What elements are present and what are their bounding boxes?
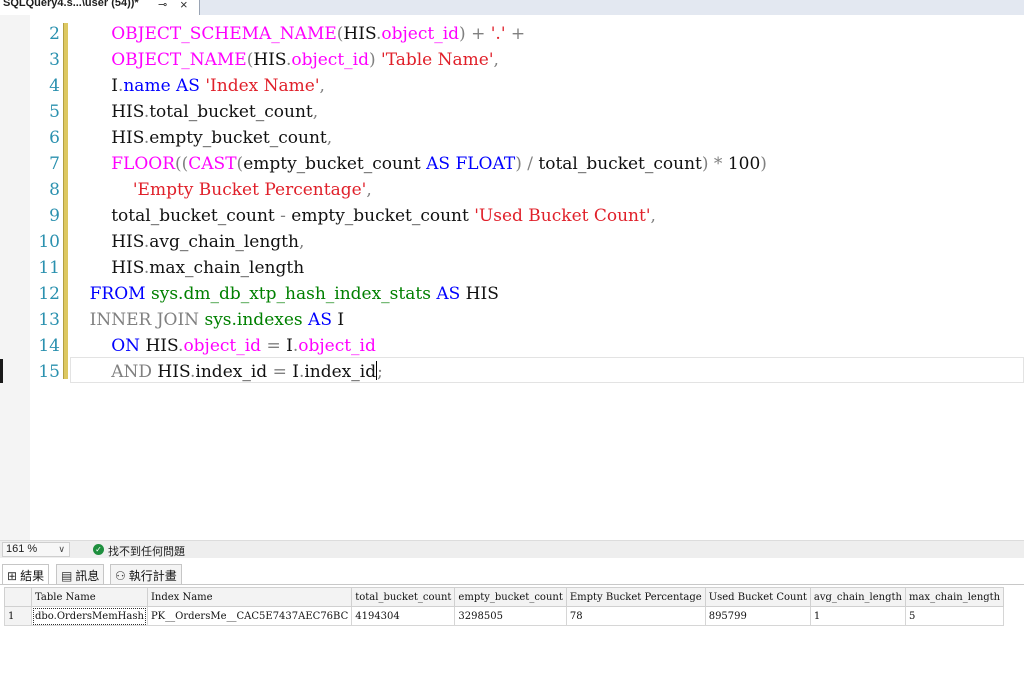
grid-cell[interactable]: 4194304 — [351, 606, 456, 626]
code-line[interactable]: OBJECT_NAME(HIS.object_id) 'Table Name', — [68, 47, 499, 73]
code-line[interactable]: AND HIS.index_id = I.index_id; — [68, 359, 383, 385]
code-line[interactable]: FLOOR((CAST(empty_bucket_count AS FLOAT)… — [68, 151, 767, 177]
column-header[interactable]: Used Bucket Count — [704, 587, 811, 607]
line-number: 7 — [49, 154, 60, 174]
column-header[interactable]: empty_bucket_count — [454, 587, 567, 607]
tab-results[interactable]: ⊞ 結果 — [2, 564, 50, 584]
tab-execution-plan-label: 執行計畫 — [128, 569, 177, 583]
grid-cell[interactable]: 78 — [565, 606, 706, 626]
pin-icon[interactable]: ⊸ — [158, 0, 167, 11]
query-editor[interactable]: 2 3 4 5 6 7 8 9 10 11 12 13 14 15 OBJECT… — [0, 15, 1024, 540]
column-header[interactable]: Empty Bucket Percentage — [565, 587, 706, 607]
tab-execution-plan[interactable]: ⚇ 執行計畫 — [110, 564, 182, 584]
line-number: 15 — [38, 362, 60, 382]
document-tab-title: SQLQuery4.s...\user (54))* — [3, 0, 139, 9]
close-icon[interactable]: × — [180, 0, 188, 12]
document-tab-strip: SQLQuery4.s...\user (54))* ⊸ × — [0, 0, 1024, 15]
line-number: 2 — [49, 24, 60, 44]
column-header[interactable]: total_bucket_count — [351, 587, 456, 607]
line-number: 3 — [49, 50, 60, 70]
tab-results-label: 結果 — [20, 569, 45, 583]
code-line[interactable]: ON HIS.object_id = I.object_id — [68, 333, 376, 359]
execution-plan-icon: ⚇ — [115, 569, 126, 583]
column-header[interactable]: Table Name — [31, 587, 148, 607]
line-number: 6 — [49, 128, 60, 148]
line-number: 10 — [38, 232, 60, 252]
line-number: 8 — [49, 180, 60, 200]
line-number: 4 — [49, 76, 60, 96]
tab-messages-label: 訊息 — [75, 569, 100, 583]
chevron-down-icon: ∨ — [58, 544, 65, 554]
grid-cell[interactable]: 1 — [809, 606, 906, 626]
results-tab-strip: ⊞ 結果 ▤ 訊息 ⚇ 執行計畫 — [0, 562, 1024, 584]
row-number[interactable]: 1 — [4, 606, 32, 626]
column-header[interactable]: Index Name — [146, 587, 353, 607]
editor-status-bar: 161 % ∨ ✓ 找不到任何問題 — [0, 540, 1024, 558]
grid-icon: ⊞ — [7, 569, 18, 583]
issues-status-text[interactable]: 找不到任何問題 — [108, 543, 185, 559]
code-line[interactable]: I.name AS 'Index Name', — [68, 73, 325, 99]
line-number: 13 — [38, 310, 60, 330]
code-line[interactable]: INNER JOIN sys.indexes AS I — [68, 307, 344, 333]
grid-cell[interactable]: PK__OrdersMe__CAC5E7437AEC76BC — [146, 606, 353, 626]
editor-gutter — [0, 15, 30, 540]
document-tab[interactable]: SQLQuery4.s...\user (54))* ⊸ × — [0, 0, 200, 15]
line-number: 14 — [38, 336, 60, 356]
current-line-indicator — [0, 359, 3, 383]
code-line[interactable]: HIS.empty_bucket_count, — [68, 125, 332, 151]
zoom-dropdown[interactable]: 161 % ∨ — [2, 542, 70, 557]
code-line[interactable]: total_bucket_count - empty_bucket_count … — [68, 203, 656, 229]
code-line[interactable]: HIS.avg_chain_length, — [68, 229, 304, 255]
results-grid[interactable]: Table Name Index Name total_bucket_count… — [4, 587, 1005, 626]
grid-cell[interactable]: 3298505 — [454, 606, 567, 626]
check-circle-icon: ✓ — [93, 544, 104, 555]
grid-header-row: Table Name Index Name total_bucket_count… — [4, 587, 1005, 607]
code-line[interactable]: FROM sys.dm_db_xtp_hash_index_stats AS H… — [68, 281, 499, 307]
line-number: 12 — [38, 284, 60, 304]
tab-messages[interactable]: ▤ 訊息 — [56, 564, 105, 584]
code-line[interactable]: 'Empty Bucket Percentage', — [68, 177, 372, 203]
line-number: 5 — [49, 102, 60, 122]
table-row[interactable]: 1 dbo.OrdersMemHash PK__OrdersMe__CAC5E7… — [4, 606, 1005, 626]
code-line[interactable]: HIS.total_bucket_count, — [68, 99, 318, 125]
code-line[interactable]: HIS.max_chain_length — [68, 255, 304, 281]
message-icon: ▤ — [61, 569, 73, 583]
column-header[interactable]: max_chain_length — [904, 587, 1005, 607]
code-line[interactable]: OBJECT_SCHEMA_NAME(HIS.object_id) + '.' … — [68, 21, 525, 47]
grid-cell[interactable]: 895799 — [704, 606, 811, 626]
grid-cell[interactable]: 5 — [904, 606, 1005, 626]
column-header[interactable]: avg_chain_length — [809, 587, 906, 607]
grid-cell[interactable]: dbo.OrdersMemHash — [31, 606, 148, 626]
line-number: 11 — [38, 258, 60, 278]
results-grid-area[interactable]: Table Name Index Name total_bucket_count… — [0, 584, 1024, 682]
row-number-header[interactable] — [4, 587, 32, 607]
zoom-value: 161 % — [6, 543, 38, 555]
line-number: 9 — [49, 206, 60, 226]
